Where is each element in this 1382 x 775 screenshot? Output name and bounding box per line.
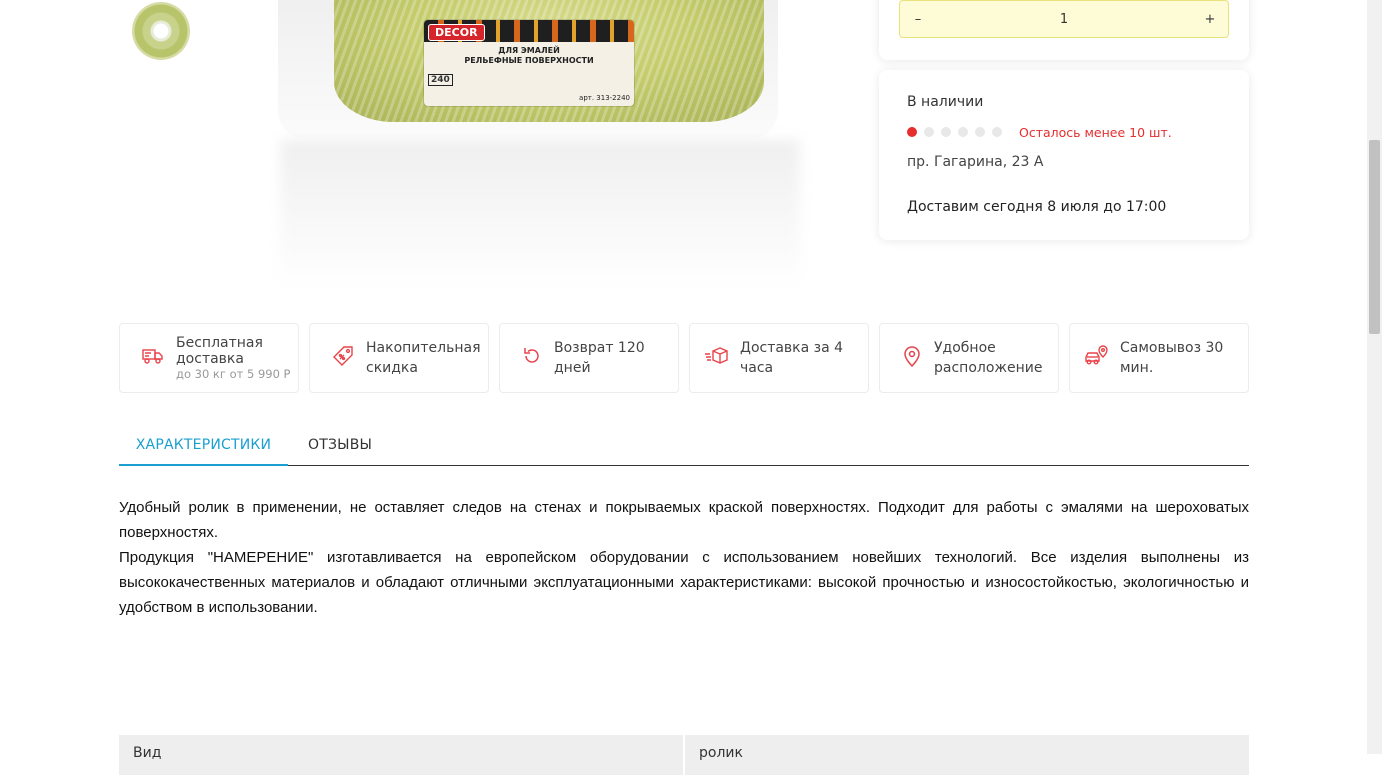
quantity-increase-button[interactable]: + [1192, 12, 1228, 27]
tab-reviews[interactable]: ОТЗЫВЫ [308, 424, 372, 465]
feature-badges: Бесплатная доставка до 30 кг от 5 990 Р … [119, 323, 1249, 393]
quantity-stepper: – 1 + [899, 0, 1229, 38]
product-label: DECOR ДЛЯ ЭМАЛЕЙ РЕЛЬЕФНЫЕ ПОВЕРХНОСТИ 2… [424, 20, 634, 106]
spec-name: Вид [133, 745, 162, 761]
spec-value: ролик [683, 735, 1249, 775]
feature-title: Удобное расположение [934, 340, 1043, 376]
thumbnail-roller-image [132, 2, 190, 60]
stock-dot [907, 127, 917, 137]
label-size: 240 [428, 74, 453, 86]
specs-table-row: Вид ролик [119, 735, 1249, 775]
feature-subtitle: до 30 кг от 5 990 Р [176, 367, 291, 381]
discount-tag-icon [332, 345, 354, 371]
stock-dot [992, 127, 1002, 137]
feature-title: Накопительная скидка [366, 340, 481, 376]
stock-dot [941, 127, 951, 137]
feature-free-delivery: Бесплатная доставка до 30 кг от 5 990 Р [119, 323, 299, 393]
label-brand: DECOR [428, 24, 485, 41]
feature-title: Самовывоз 30 мин. [1120, 340, 1224, 376]
availability-title: В наличии [907, 94, 984, 110]
delivery-estimate: Доставим сегодня 8 июля до 17:00 [907, 199, 1167, 215]
stock-level-indicator [907, 127, 1002, 137]
availability-card: В наличии Осталось менее 10 шт. пр. Гага… [879, 70, 1249, 240]
page-scrollbar[interactable] [1367, 0, 1382, 754]
image-reflection [280, 140, 800, 290]
feature-location: Удобное расположение [879, 323, 1059, 393]
label-title-line-2: РЕЛЬЕФНЫЕ ПОВЕРХНОСТИ [464, 56, 594, 65]
fast-box-icon [704, 347, 728, 369]
product-main-image[interactable]: DECOR ДЛЯ ЭМАЛЕЙ РЕЛЬЕФНЫЕ ПОВЕРХНОСТИ 2… [270, 0, 830, 300]
feature-title: Возврат 120 дней [554, 340, 645, 376]
stock-dot [975, 127, 985, 137]
low-stock-warning: Осталось менее 10 шт. [1019, 125, 1172, 140]
label-title-line-1: ДЛЯ ЭМАЛЕЙ [498, 46, 560, 55]
product-description: Удобный ролик в применении, не оставляет… [119, 495, 1249, 620]
label-title: ДЛЯ ЭМАЛЕЙ РЕЛЬЕФНЫЕ ПОВЕРХНОСТИ [424, 46, 634, 66]
feature-title: Доставка за 4 часа [740, 340, 844, 376]
car-pin-icon [1084, 345, 1108, 371]
truck-icon [142, 347, 164, 369]
description-paragraph: Продукция "НАМЕРЕНИЕ" изготавливается на… [119, 549, 1249, 616]
quantity-decrease-button[interactable]: – [900, 12, 936, 27]
tab-characteristics[interactable]: ХАРАКТЕРИСТИКИ [119, 424, 288, 466]
feature-title: Бесплатная доставка [176, 335, 263, 367]
quantity-card: – 1 + [879, 0, 1249, 60]
store-address[interactable]: пр. Гагарина, 23 А [907, 154, 1043, 170]
feature-pickup: Самовывоз 30 мин. [1069, 323, 1249, 393]
map-pin-icon [902, 345, 922, 371]
quantity-value[interactable]: 1 [1060, 12, 1068, 27]
feature-text: Бесплатная доставка до 30 кг от 5 990 Р [176, 335, 298, 381]
label-code: арт. 313-2240 [579, 94, 630, 102]
stock-dot [958, 127, 968, 137]
feature-discount: Накопительная скидка [309, 323, 489, 393]
feature-return: Возврат 120 дней [499, 323, 679, 393]
gallery-thumbnail[interactable] [120, 0, 202, 66]
description-paragraph: Удобный ролик в применении, не оставляет… [119, 499, 1249, 541]
feature-fast-delivery: Доставка за 4 часа [689, 323, 869, 393]
return-arrow-icon [522, 346, 542, 370]
product-tabs: ХАРАКТЕРИСТИКИ ОТЗЫВЫ [119, 424, 1249, 466]
stock-dot [924, 127, 934, 137]
scrollbar-thumb[interactable] [1369, 140, 1380, 334]
